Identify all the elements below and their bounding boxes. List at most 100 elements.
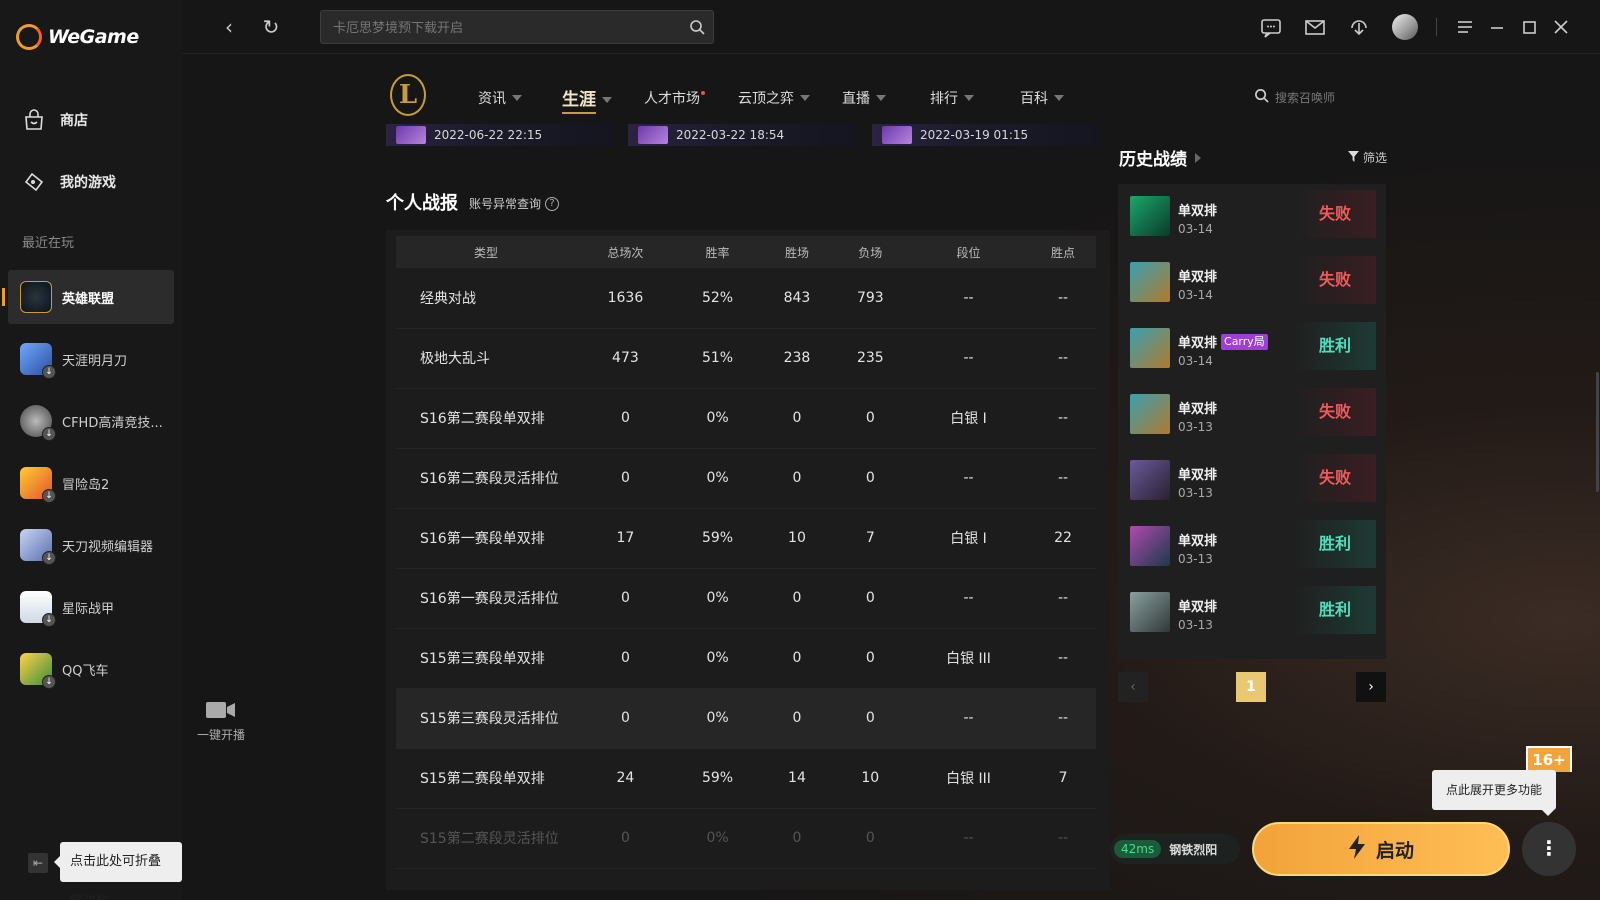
table-cell: -- <box>1030 268 1096 329</box>
match-date: 03-13 <box>1178 552 1213 566</box>
match-item[interactable]: 单双排 03-13 胜利 <box>1118 580 1386 646</box>
menu-icon[interactable] <box>1452 14 1478 40</box>
search-icon[interactable] <box>689 19 705 39</box>
tab-wiki[interactable]: 百科 <box>1020 88 1064 108</box>
current-page[interactable]: 1 <box>1236 672 1266 702</box>
video-editor-icon: ↓ <box>20 529 56 565</box>
table-cell: 0% <box>674 568 761 629</box>
nav-store-label: 商店 <box>60 113 88 129</box>
game-item-qq-speed[interactable]: ↓ QQ飞车 <box>8 642 174 696</box>
match-mode: 单双排 Carry局 <box>1178 332 1268 351</box>
download-icon: ↓ <box>42 489 56 503</box>
nav-my-games[interactable]: 我的游戏 <box>22 170 116 194</box>
wegame-logo[interactable]: WeGame <box>16 24 139 50</box>
tab-career[interactable]: 生涯 <box>562 85 612 114</box>
close-icon[interactable] <box>1548 14 1574 40</box>
match-item[interactable]: 单双排 03-13 胜利 <box>1118 514 1386 580</box>
stats-table: 类型 总场次 胜率 胜场 负场 段位 胜点 经典对战 1636 52% 843 793-… <box>396 236 1096 869</box>
game-item-video-editor[interactable]: ↓ 天刀视频编辑器 <box>8 518 174 572</box>
table-row: S15第三赛段单双排 0 0% 0 0 白银 III -- <box>396 628 1096 689</box>
table-row: S16第一赛段单双排 17 59% 10 7 白银 I 22 <box>396 508 1096 569</box>
summoner-search[interactable]: 搜索召唤师 <box>1254 88 1335 106</box>
match-mode-label: 单双排 <box>1178 270 1218 285</box>
table-cell: -- <box>906 808 1031 869</box>
chat-icon[interactable] <box>1258 14 1284 40</box>
table-cell: 0 <box>576 448 675 509</box>
next-page-button[interactable]: › <box>1356 672 1386 702</box>
chevron-down-icon <box>1054 95 1064 101</box>
match-mode: 单双排 <box>1178 596 1217 615</box>
nav-store[interactable]: 商店 <box>22 108 88 132</box>
server-status[interactable]: 42ms 钢铁烈阳 <box>1110 834 1240 864</box>
mail-icon[interactable] <box>1302 14 1328 40</box>
ping-value: 42ms <box>1114 840 1162 858</box>
chevron-down-icon <box>602 96 612 103</box>
match-item[interactable]: 单双排 03-14 失败 <box>1118 184 1386 250</box>
table-cell: 白银 III <box>906 748 1031 809</box>
match-item[interactable]: 单双排 03-14 失败 <box>1118 250 1386 316</box>
video-thumb[interactable]: 2022-03-19 01:15 <box>872 124 1100 146</box>
top-bar: ‹ ↻ <box>182 0 1600 54</box>
tab-live[interactable]: 直播 <box>842 88 886 108</box>
scrollbar[interactable] <box>1596 372 1599 492</box>
video-thumb[interactable]: 2022-03-22 18:54 <box>628 124 856 146</box>
video-thumb[interactable]: 2022-06-22 22:15 <box>386 124 614 146</box>
filter-button[interactable]: 筛选 <box>1348 149 1387 166</box>
match-item[interactable]: 单双排 03-13 失败 <box>1118 382 1386 448</box>
account-check-link[interactable]: 账号异常查询 ? <box>469 195 560 212</box>
download-icon: ↓ <box>42 675 56 689</box>
table-cell: -- <box>1030 628 1096 689</box>
user-avatar[interactable] <box>1392 14 1418 40</box>
match-mode-label: 单双排 <box>1178 534 1218 549</box>
one-click-stream-button[interactable]: 一键开播 <box>188 700 254 743</box>
download-icon: ↓ <box>42 365 56 379</box>
maximize-icon[interactable] <box>1516 14 1542 40</box>
lol-logo-icon[interactable]: L <box>390 74 426 116</box>
cell-type: S16第二赛段灵活排位 <box>396 448 576 509</box>
tab-ranking[interactable]: 排行 <box>930 88 974 108</box>
download-manager-icon[interactable] <box>1346 14 1372 40</box>
history-title[interactable]: 历史战绩 <box>1119 145 1201 170</box>
match-mode-label: 单双排 <box>1178 600 1218 615</box>
tab-tft[interactable]: 云顶之弈 <box>738 88 810 108</box>
filter-icon <box>1348 150 1359 165</box>
match-item[interactable]: 单双排 Carry局 03-14 胜利 <box>1118 316 1386 382</box>
global-search[interactable] <box>320 10 714 44</box>
game-item-maplestory2[interactable]: ↓ 冒险岛2 <box>8 456 174 510</box>
tab-news[interactable]: 资讯 <box>478 88 522 108</box>
column-header: 胜点 <box>1030 236 1096 268</box>
help-icon[interactable]: ? <box>545 196 560 211</box>
game-item-lol[interactable]: 英雄联盟 <box>2 270 174 324</box>
prev-page-button[interactable]: ‹ <box>1118 672 1148 702</box>
more-features-tooltip: 点此展开更多功能 <box>1432 770 1557 816</box>
refresh-button[interactable]: ↻ <box>258 14 284 40</box>
match-mode-label: 单双排 <box>1178 336 1218 351</box>
game-item-cfhd[interactable]: ↓ CFHD高清竞技... <box>8 394 174 448</box>
cell-type: S15第二赛段灵活排位 <box>396 808 576 869</box>
chevron-down-icon <box>964 95 974 101</box>
game-item-tianya[interactable]: ↓ 天涯明月刀 <box>8 332 174 386</box>
table-cell: 0 <box>833 568 907 629</box>
table-cell: 14 <box>760 748 834 809</box>
column-header: 胜率 <box>674 236 761 268</box>
match-result: 失败 <box>1294 454 1376 502</box>
download-icon: ↓ <box>42 613 56 627</box>
tab-talent-market[interactable]: 人才市场 <box>644 88 705 108</box>
game-label: 冒险岛2 <box>62 477 110 493</box>
search-input[interactable] <box>333 18 673 38</box>
collapse-sidebar-button[interactable]: ⇤ <box>28 853 48 873</box>
table-cell: 22 <box>1030 508 1096 569</box>
tab-label: 资讯 <box>478 91 506 107</box>
match-item[interactable]: 单双排 03-13 失败 <box>1118 448 1386 514</box>
back-button[interactable]: ‹ <box>216 14 242 40</box>
champion-avatar <box>1130 328 1170 368</box>
match-date: 03-13 <box>1178 420 1213 434</box>
cfhd-icon: ↓ <box>20 405 56 441</box>
game-item-warframe[interactable]: ↓ 星际战甲 <box>8 580 174 634</box>
match-result: 失败 <box>1294 190 1376 238</box>
minimize-icon[interactable] <box>1484 14 1510 40</box>
table-cell: 473 <box>576 328 675 389</box>
match-mode: 单双排 <box>1178 398 1217 417</box>
launch-button[interactable]: 启动 <box>1252 822 1510 876</box>
more-options-button[interactable]: ⋮ <box>1522 822 1576 876</box>
